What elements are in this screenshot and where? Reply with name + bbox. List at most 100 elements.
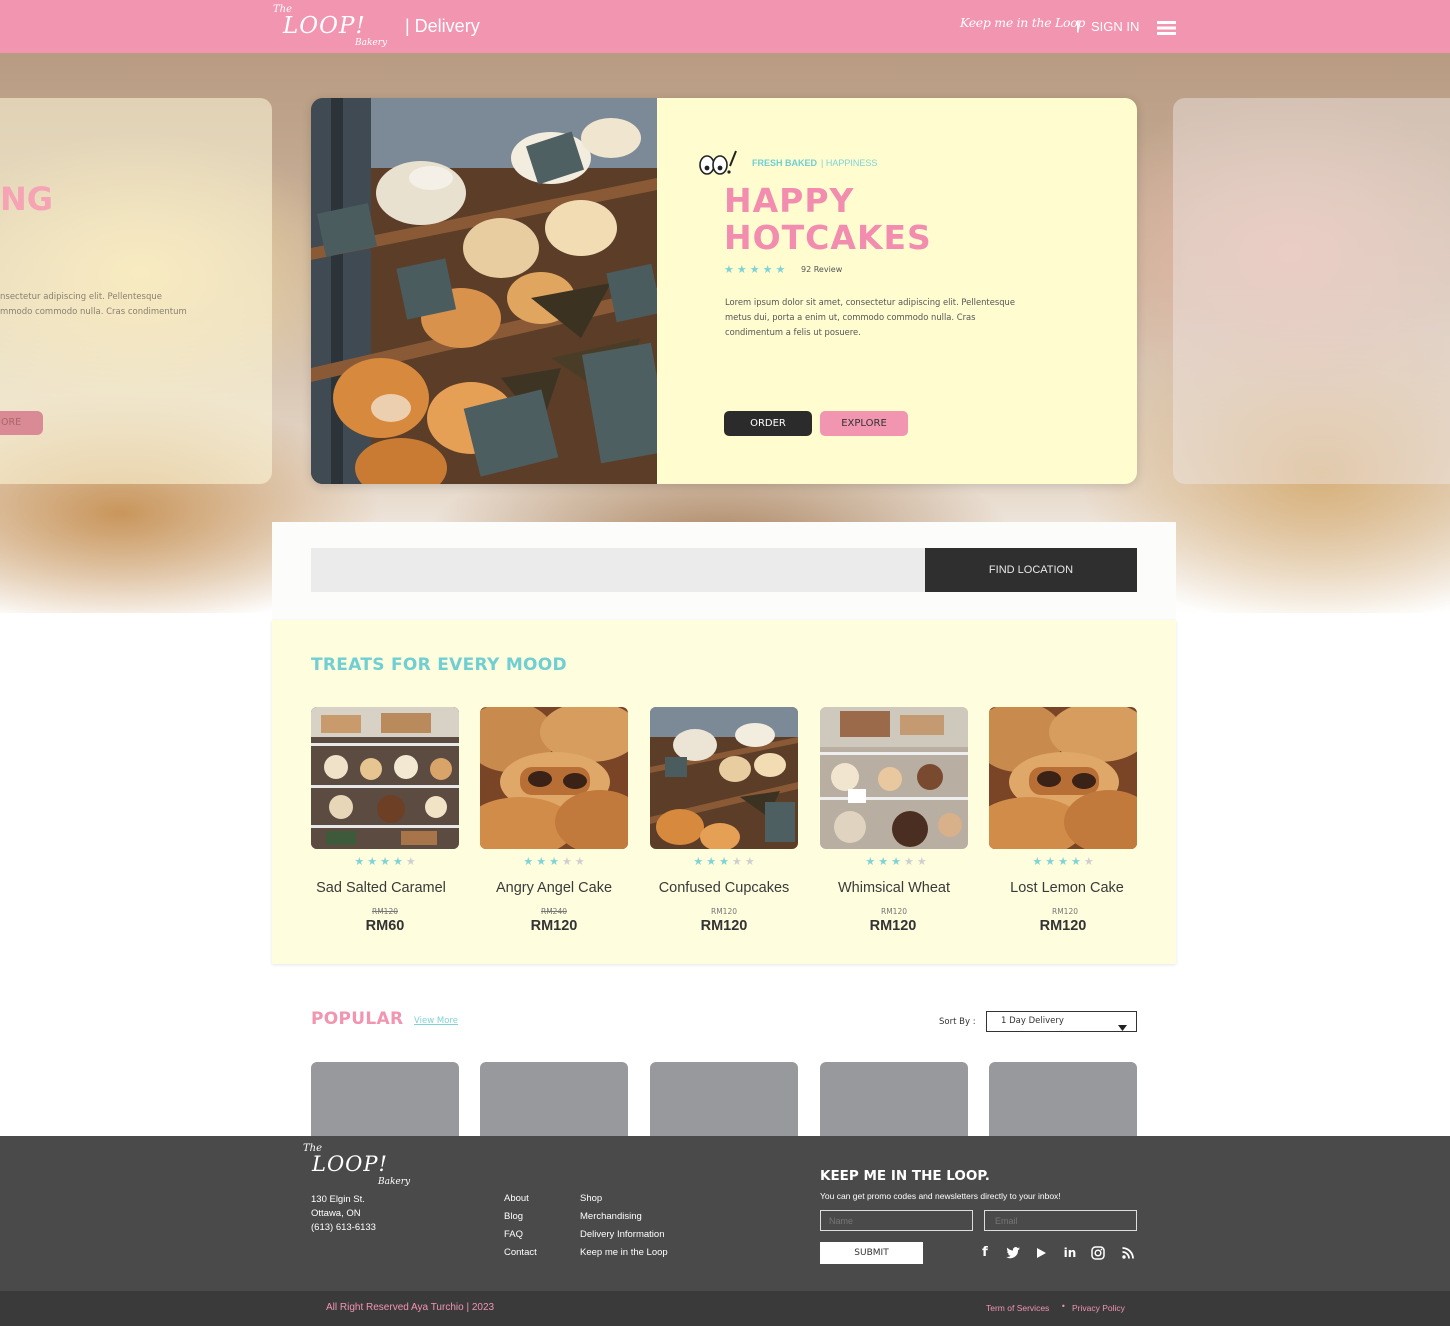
product-image-cake-case[interactable]	[820, 707, 968, 849]
star-filled-icon: ★	[1058, 855, 1068, 868]
product-image-pastry-shelf[interactable]	[650, 707, 798, 849]
facebook-icon[interactable]: f	[977, 1245, 993, 1261]
product-old-price: RM120	[711, 907, 737, 916]
star-filled-icon: ★	[706, 855, 717, 868]
hero-title-line1: HAPPY	[724, 181, 855, 220]
section-title: | Delivery	[405, 16, 480, 36]
popular-product-card[interactable]	[989, 1062, 1137, 1136]
hero-rating-stars: ★ ★ ★ ★ ★	[724, 263, 785, 277]
star-empty-icon: ★	[916, 855, 927, 868]
footer-link-keep-in-loop[interactable]: Keep me in the Loop	[580, 1247, 668, 1258]
logo-loop-text: LOOP!	[283, 13, 366, 39]
location-search-input[interactable]	[311, 548, 925, 592]
previous-card-text-1: nsectetur adipiscing elit. Pellentesque	[0, 292, 162, 302]
top-navigation-bar	[0, 0, 1450, 53]
product-rating-stars: ★ ★ ★ ★ ★	[469, 855, 639, 869]
hero-title-line2: HOTCAKES	[724, 218, 932, 257]
product-old-price: RM120	[1052, 907, 1078, 916]
popular-product-card[interactable]	[650, 1062, 798, 1136]
star-filled-icon: ★	[736, 263, 747, 276]
popular-product-card[interactable]	[480, 1062, 628, 1136]
hamburger-icon[interactable]	[1157, 20, 1176, 35]
chevron-down-icon	[1118, 1017, 1127, 1031]
popular-product-card[interactable]	[311, 1062, 459, 1136]
product-name[interactable]: Whimsical Wheat	[809, 880, 979, 896]
footer-bottom-bar	[0, 1291, 1450, 1326]
footer-link-about[interactable]: About	[504, 1193, 529, 1204]
star-filled-icon: ★	[865, 855, 876, 868]
footer	[0, 1136, 1450, 1291]
popular-product-card[interactable]	[820, 1062, 968, 1136]
newsletter-email-input[interactable]	[984, 1210, 1137, 1231]
star-empty-icon: ★	[744, 855, 755, 868]
sign-in-link[interactable]: SIGN IN	[1091, 19, 1139, 34]
footer-link-shop[interactable]: Shop	[580, 1193, 602, 1204]
product-name[interactable]: Lost Lemon Cake	[982, 880, 1152, 896]
previous-card-title: NG	[0, 180, 54, 218]
product-rating-stars: ★ ★ ★ ★ ★	[978, 855, 1148, 869]
order-button[interactable]: ORDER	[724, 411, 812, 436]
footer-logo[interactable]: The LOOP! Bakery	[300, 1142, 415, 1192]
star-filled-icon: ★	[1045, 855, 1056, 868]
product-price: RM120	[1039, 918, 1087, 934]
explore-button[interactable]: EXPLORE	[820, 411, 908, 436]
star-filled-icon: ★	[891, 855, 901, 868]
star-empty-icon: ★	[1083, 855, 1094, 868]
product-name[interactable]: Angry Angel Cake	[469, 880, 639, 896]
linkedin-icon[interactable]: in	[1062, 1245, 1078, 1261]
product-image-croissants[interactable]	[480, 707, 628, 849]
newsletter-name-input[interactable]	[820, 1210, 973, 1231]
footer-address-line: 130 Elgin St.	[311, 1194, 365, 1205]
footer-link-faq[interactable]: FAQ	[504, 1229, 523, 1240]
view-more-link[interactable]: View More	[414, 1016, 458, 1026]
star-empty-icon: ★	[561, 855, 572, 868]
footer-link-separator: •	[1061, 1302, 1066, 1311]
newsletter-subtitle: You can get promo codes and newsletters …	[820, 1191, 1061, 1201]
star-empty-icon: ★	[903, 855, 914, 868]
hero-review-count[interactable]: 92 Review	[801, 265, 842, 274]
product-rating-stars: ★ ★ ★ ★ ★	[639, 855, 809, 869]
carousel-card-previous[interactable]: NG nsectetur adipiscing elit. Pellentesq…	[0, 98, 272, 484]
youtube-play-icon[interactable]	[1033, 1245, 1049, 1261]
star-filled-icon: ★	[523, 855, 534, 868]
privacy-link[interactable]: Privacy Policy	[1072, 1303, 1125, 1313]
star-filled-icon: ★	[693, 855, 704, 868]
footer-link-contact[interactable]: Contact	[504, 1247, 537, 1258]
product-price: RM120	[700, 918, 748, 934]
newsletter-submit-button[interactable]: SUBMIT	[820, 1242, 923, 1264]
product-image-croissants-2[interactable]	[989, 707, 1137, 849]
star-filled-icon: ★	[1070, 855, 1081, 868]
star-filled-icon: ★	[392, 855, 403, 868]
product-old-price: RM120	[372, 907, 398, 916]
star-filled-icon: ★	[549, 855, 559, 868]
header-divider: |	[1076, 18, 1080, 33]
carousel-card-next[interactable]	[1173, 98, 1450, 484]
newsletter-title: KEEP ME IN THE LOOP.	[820, 1168, 990, 1184]
product-rating-stars: ★ ★ ★ ★ ★	[811, 855, 981, 869]
product-name[interactable]: Sad Salted Caramel	[296, 880, 466, 896]
footer-link-merchandising[interactable]: Merchandising	[580, 1211, 642, 1222]
product-image-display-case[interactable]	[311, 707, 459, 849]
instagram-icon[interactable]	[1090, 1245, 1106, 1261]
treats-heading: TREATS FOR EVERY MOOD	[311, 655, 567, 675]
sort-select[interactable]: 1 Day Delivery	[986, 1011, 1137, 1032]
product-rating-stars: ★ ★ ★ ★ ★	[300, 855, 470, 869]
star-filled-icon: ★	[878, 855, 889, 868]
previous-card-text-2: mmodo commodo nulla. Cras condimentum	[0, 307, 187, 317]
hero-description: Lorem ipsum dolor sit amet, consectetur …	[725, 297, 1015, 337]
find-location-button[interactable]: FIND LOCATION	[925, 548, 1137, 592]
twitter-icon[interactable]	[1005, 1245, 1021, 1261]
footer-link-delivery-info[interactable]: Delivery Information	[580, 1229, 664, 1240]
terms-link[interactable]: Term of Services	[986, 1303, 1049, 1313]
star-filled-icon: ★	[380, 855, 390, 868]
rss-icon[interactable]	[1120, 1245, 1136, 1261]
footer-link-blog[interactable]: Blog	[504, 1211, 523, 1222]
copyright-text: All Right Reserved Aya Turchio | 2023	[326, 1302, 495, 1313]
footer-logo-loop-text: LOOP!	[312, 1152, 388, 1176]
star-empty-icon: ★	[574, 855, 585, 868]
product-name[interactable]: Confused Cupcakes	[639, 880, 809, 896]
previous-card-button[interactable]: ORE	[0, 411, 43, 435]
keep-in-loop-link[interactable]: Keep me in the Loop	[960, 15, 1085, 30]
site-logo[interactable]: The LOOP! Bakery	[271, 3, 391, 51]
footer-phone[interactable]: (613) 613-6133	[311, 1222, 376, 1233]
